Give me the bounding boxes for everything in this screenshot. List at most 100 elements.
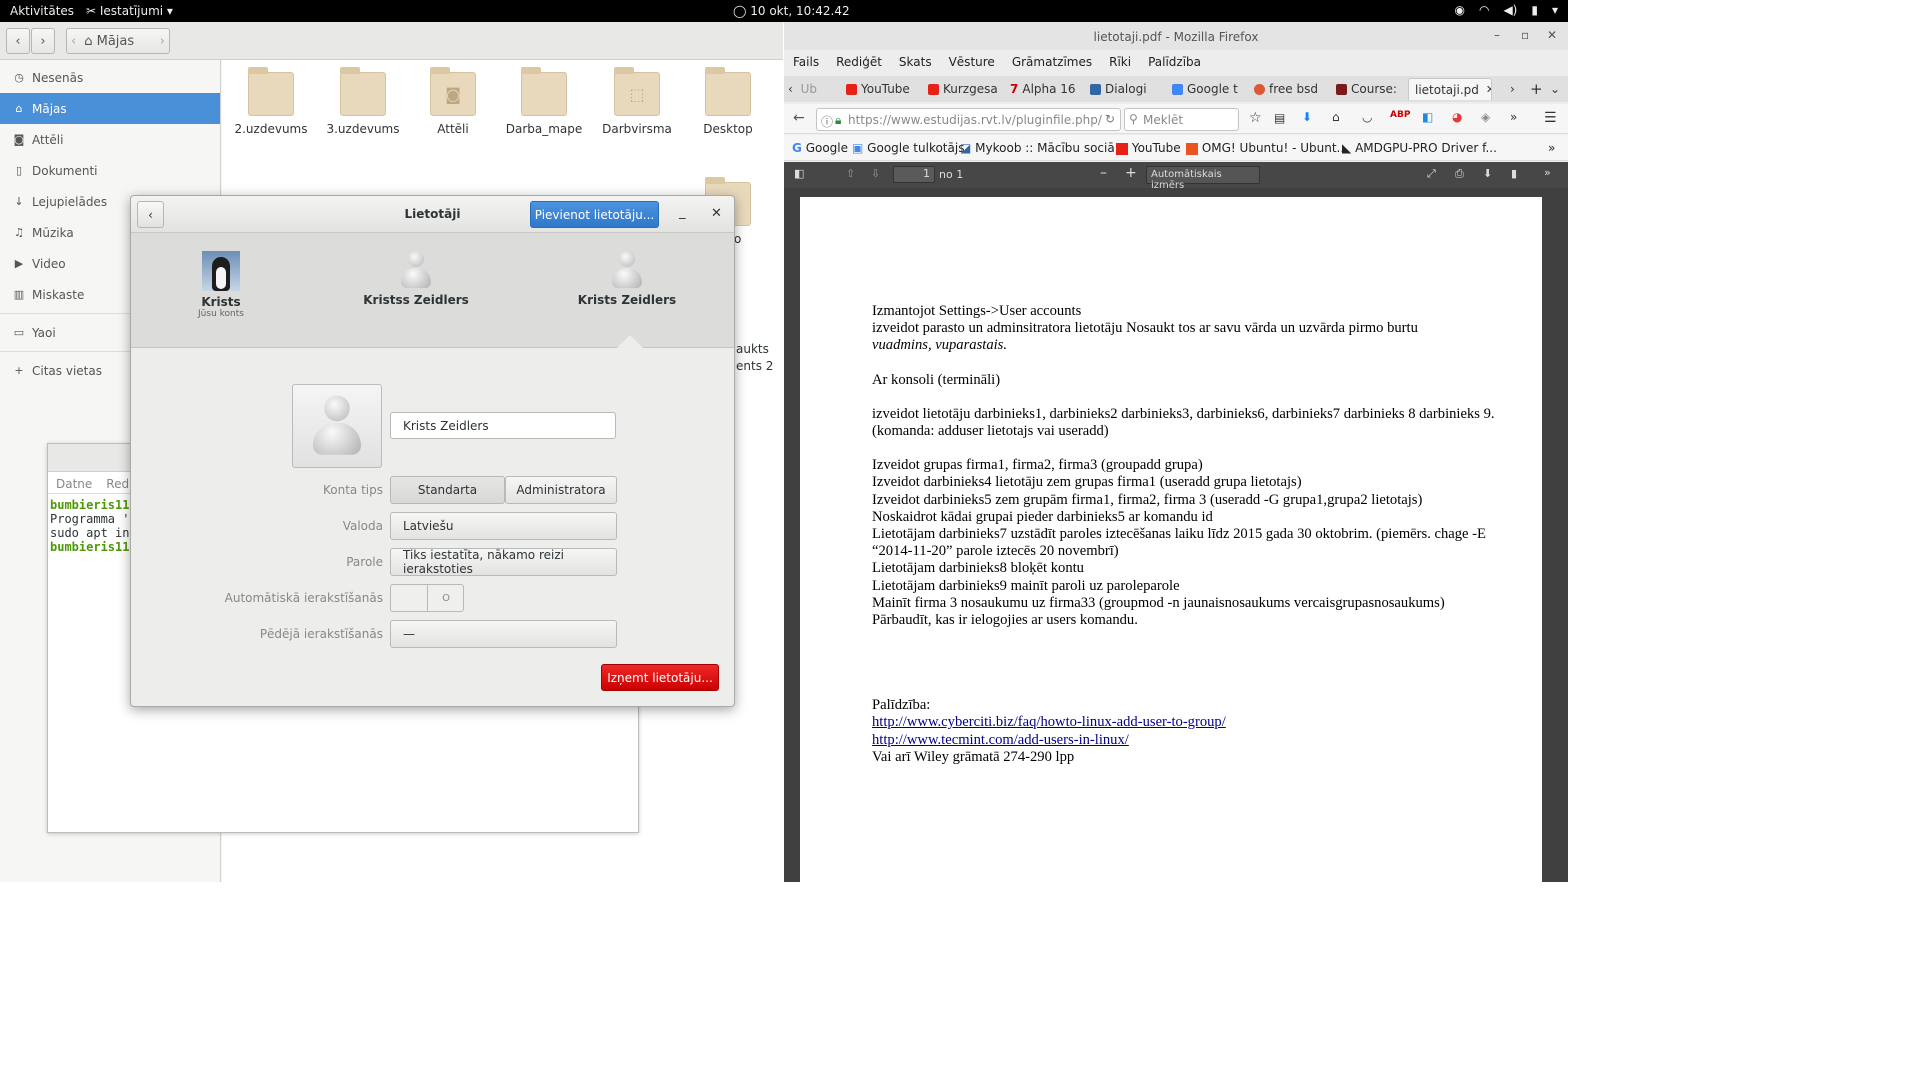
pdf-line: Pārbaudīt, kas ir ielogojies ar users ko… (872, 612, 1138, 629)
user-card-kristss-zeidlers[interactable]: Kristss Zeidlers (346, 251, 486, 307)
tab-scroll-right[interactable]: › (1510, 78, 1524, 100)
sidebar-item-documents[interactable]: ▯ Dokumenti (0, 155, 220, 186)
full-name-field[interactable]: Krists Zeidlers (390, 412, 616, 439)
bookmark-amdgpu[interactable]: ◣ AMDGPU-PRO Driver f... (1342, 141, 1497, 155)
zoom-select[interactable]: Automātiskais izmērs (1146, 166, 1260, 191)
password-button[interactable]: Tiks iestatīta, nākamo reizi ierakstotie… (390, 548, 617, 576)
bookmark-label: Google tulkotājs (867, 141, 965, 155)
close-tab-icon[interactable]: ✕ (1486, 83, 1491, 96)
url-bar[interactable]: ⓘ 🔒︎ https://www.estudijas.rvt.lv/plugin… (816, 108, 1121, 131)
clock[interactable]: ◯ 10 okt, 10:42.42 (733, 4, 850, 18)
user-photo-button[interactable] (292, 384, 382, 468)
account-type-standard[interactable]: Standarta (390, 476, 505, 504)
tools-overflow-icon[interactable]: » (1544, 166, 1551, 179)
sidebar-toggle-icon[interactable]: ◧ (794, 167, 804, 180)
folder-item[interactable]: Desktop (683, 67, 773, 136)
menu-help[interactable]: Palīdzība (1148, 55, 1201, 69)
menu-bookmarks[interactable]: Grāmatzīmes (1012, 55, 1092, 69)
reading-list-icon[interactable]: ▤ (1274, 111, 1285, 125)
bookmarks-overflow-icon[interactable]: » (1548, 141, 1555, 155)
extension-icon[interactable]: ◧ (1422, 110, 1433, 124)
zoom-out-icon[interactable]: – (1100, 165, 1107, 181)
sidebar-item-home[interactable]: ⌂ Mājas (0, 93, 220, 124)
folder-item[interactable]: ◙ Attēli (408, 67, 498, 136)
menu-view[interactable]: Skats (899, 55, 932, 69)
hamburger-menu-icon[interactable]: ☰ (1544, 110, 1557, 126)
tab-freebsd[interactable]: free bsd (1254, 78, 1322, 100)
last-login-button[interactable]: — (390, 620, 617, 648)
back-button[interactable]: ‹ (6, 28, 30, 54)
download-icon[interactable]: ⬇ (1302, 110, 1312, 124)
previous-page-icon[interactable]: ⇧ (846, 167, 855, 180)
search-input[interactable]: ⚲ Meklēt (1124, 108, 1239, 131)
menu-history[interactable]: Vēsture (949, 55, 995, 69)
account-type-administrator[interactable]: Administratora (505, 476, 617, 504)
minimize-icon[interactable]: – (1494, 28, 1500, 42)
close-icon[interactable]: ✕ (1547, 28, 1557, 42)
tab-course[interactable]: Course: (1336, 78, 1404, 100)
terminal-menu-file[interactable]: Datne (56, 477, 92, 491)
menu-tools[interactable]: Rīki (1109, 55, 1131, 69)
sidebar-item-recent[interactable]: ◷ Nesenās (0, 62, 220, 93)
help-link-cyberciti[interactable]: http://www.cyberciti.biz/faq/howto-linux… (872, 714, 1226, 730)
remove-user-button[interactable]: Izņemt lietotāju... (601, 664, 719, 691)
menu-edit[interactable]: Rediģēt (836, 55, 882, 69)
info-icon[interactable]: ⓘ (821, 113, 833, 130)
add-user-button[interactable]: Pievienot lietotāju... (530, 201, 659, 228)
extension-icon[interactable]: ◈ (1481, 110, 1490, 124)
folder-item[interactable]: 3.uzdevums (318, 67, 408, 136)
folder-item[interactable]: ⬚ Darbvirsma (592, 67, 682, 136)
maximize-icon[interactable]: ▫ (1521, 28, 1529, 42)
page-number-input[interactable]: 1 (893, 166, 935, 183)
user-card-krists-zeidlers[interactable]: Krists Zeidlers (557, 251, 697, 307)
tab-scroll-left[interactable]: ‹ Ub (788, 78, 832, 100)
tab-kurzgesagt[interactable]: Kurzgesa (928, 78, 998, 100)
adblock-icon[interactable]: ABP (1390, 110, 1410, 120)
bookmark-icon[interactable]: ▮ (1511, 167, 1517, 180)
pdf-viewer[interactable]: Izmantojot Settings->User accounts izvei… (784, 188, 1568, 887)
back-arrow-icon[interactable]: ← (793, 110, 805, 126)
sidebar-item-label: Video (32, 256, 66, 271)
autologin-switch[interactable]: O (390, 584, 464, 612)
tab-dialogi[interactable]: Dialogi (1090, 78, 1158, 100)
folder-item[interactable]: 2.uzdevums (226, 67, 316, 136)
sidebar-item-label: Attēli (32, 132, 64, 147)
system-tray[interactable]: ◉ ◠ ◀) ▮ ▾ (1454, 3, 1558, 17)
tab-lietotaji-pdf[interactable]: lietotaji.pd ✕ (1408, 78, 1492, 100)
zoom-in-icon[interactable]: + (1125, 165, 1137, 181)
tab-google[interactable]: Google t (1172, 78, 1240, 100)
reload-icon[interactable]: ↻ (1105, 112, 1115, 126)
fullscreen-icon[interactable]: ⤢ (1427, 167, 1436, 181)
search-placeholder: Meklēt (1143, 113, 1184, 127)
star-icon[interactable]: ☆ (1249, 110, 1262, 126)
bookmark-mykoob[interactable]: ◪ Mykoob :: Mācību sociā... (960, 141, 1126, 155)
download-icon[interactable]: ⬇ (1483, 167, 1492, 180)
user-card-krists[interactable]: Krists Jūsu konts (151, 251, 291, 319)
help-link-tecmint[interactable]: http://www.tecmint.com/add-users-in-linu… (872, 732, 1129, 748)
language-select[interactable]: Latviešu (390, 512, 617, 540)
close-icon[interactable]: ✕ (711, 206, 722, 221)
menu-file[interactable]: Fails (793, 55, 819, 69)
overflow-icon[interactable]: » (1510, 110, 1517, 124)
sidebar-item-pictures[interactable]: ◙ Attēli (0, 124, 220, 155)
minimize-icon[interactable]: _ (679, 205, 686, 220)
color-extension-icon[interactable]: ◕ (1452, 110, 1462, 124)
activities-button[interactable]: Aktivitātes (10, 4, 74, 18)
next-page-icon[interactable]: ⇩ (871, 167, 880, 180)
print-icon[interactable]: ⎙ (1455, 167, 1464, 181)
bookmark-youtube[interactable]: YouTube (1116, 141, 1181, 155)
app-menu[interactable]: ✂ Iestatījumi ▾ (86, 4, 173, 18)
tab-alpha[interactable]: 7 Alpha 16 (1010, 78, 1076, 100)
youtube-icon (928, 83, 939, 95)
folder-item[interactable]: Darba_mape (499, 67, 589, 136)
forward-button[interactable]: › (31, 28, 55, 54)
bookmark-omg-ubuntu[interactable]: OMG! Ubuntu! - Ubunt... (1186, 141, 1348, 155)
bookmark-google-translate[interactable]: ▣ Google tulkotājs (852, 141, 964, 155)
tab-youtube[interactable]: YouTube (846, 78, 926, 100)
new-tab-button[interactable]: + (1530, 78, 1544, 100)
home-icon[interactable]: ⌂ (1332, 110, 1340, 124)
tab-list-button[interactable]: ⌄ (1550, 78, 1564, 100)
path-bar[interactable]: ‹ ⌂ Mājas › (66, 28, 170, 54)
pocket-icon[interactable]: ◡ (1362, 110, 1372, 124)
bookmark-google[interactable]: G Google (792, 141, 848, 155)
